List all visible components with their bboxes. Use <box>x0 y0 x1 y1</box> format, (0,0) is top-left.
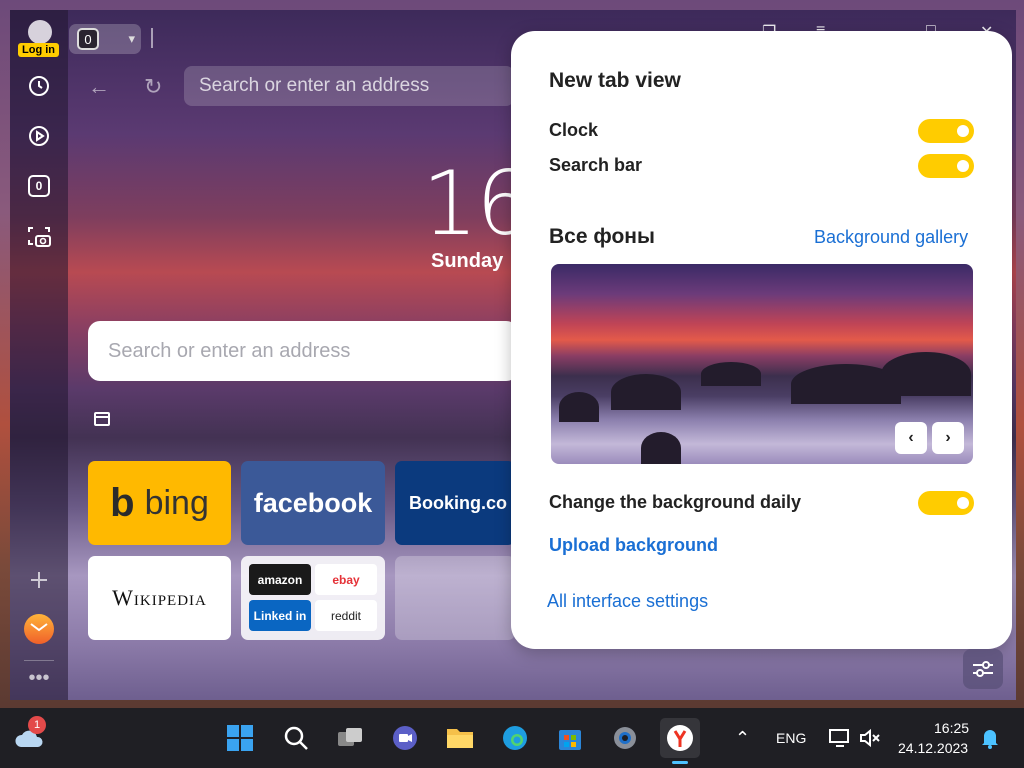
store-button[interactable] <box>550 718 590 758</box>
next-background-button[interactable]: › <box>932 422 964 454</box>
task-view-icon <box>338 728 362 746</box>
clock-toggle[interactable] <box>918 119 974 143</box>
clock-date[interactable]: 24.12.2023 <box>898 740 968 756</box>
play-icon[interactable] <box>21 118 57 154</box>
tile-empty[interactable] <box>395 556 515 640</box>
mini-tile-amazon[interactable]: amazon <box>249 564 311 595</box>
login-button[interactable]: Log in <box>18 20 62 58</box>
hill-shape <box>611 374 681 410</box>
change-daily-label: Change the background daily <box>549 492 802 512</box>
address-bar[interactable]: Search or enter an address <box>184 66 514 106</box>
all-interface-settings-link[interactable]: All interface settings <box>547 591 708 612</box>
language-indicator[interactable]: ENG <box>776 730 806 746</box>
hill-shape <box>559 392 599 422</box>
avatar <box>28 20 52 44</box>
panel-title: New tab view <box>549 69 681 92</box>
searchbar-label: Search bar <box>549 155 643 175</box>
toolbar-divider <box>151 28 153 48</box>
background-gallery-link[interactable]: Background gallery <box>814 227 968 248</box>
task-view-button[interactable] <box>330 718 370 758</box>
mini-tile-ebay[interactable]: ebay <box>315 564 377 595</box>
hill-shape <box>701 362 761 386</box>
searchbar-toggle[interactable] <box>918 154 974 178</box>
edge-icon <box>503 726 527 750</box>
chevron-down-icon: ▾ <box>128 31 135 46</box>
clock-label: Clock <box>549 120 599 140</box>
reload-icon[interactable]: ↻ <box>144 74 162 100</box>
change-daily-toggle[interactable] <box>918 491 974 515</box>
active-app-indicator <box>672 761 688 764</box>
tile-facebook-label: facebook <box>253 487 373 518</box>
tab-count-dropdown[interactable]: 0 ▾ <box>69 24 141 54</box>
tile-wikipedia[interactable]: Wikipedia <box>88 556 231 640</box>
yandex-browser-button[interactable] <box>660 718 700 764</box>
screenshot-icon[interactable] <box>21 218 57 254</box>
yandex-browser-icon <box>667 725 693 751</box>
browser-window: Log in 0 ••• 0 ▾ ← ↻ Search or enter an <box>10 10 1016 700</box>
weather-badge: 1 <box>28 716 46 734</box>
sliders-icon <box>973 661 993 677</box>
edge-button[interactable] <box>495 718 535 758</box>
weather-widget[interactable]: 1 <box>10 716 50 758</box>
hill-shape <box>641 432 681 464</box>
mini-tile-reddit[interactable]: reddit <box>315 600 377 631</box>
taskbar-search-button[interactable] <box>276 718 316 758</box>
more-icon[interactable]: ••• <box>21 660 57 696</box>
tab-count-badge: 0 <box>77 28 99 50</box>
login-label: Log in <box>18 43 59 57</box>
tile-bing-label: bing <box>144 483 209 522</box>
settings-app-button[interactable] <box>605 718 645 758</box>
store-icon <box>559 730 581 750</box>
window-icon[interactable] <box>94 412 110 426</box>
windows-icon <box>227 725 253 751</box>
chat-icon <box>393 726 417 750</box>
taskbar: 1 ⌃ ENG 16:25 24.12.2023 <box>0 708 1024 768</box>
tile-booking[interactable]: Booking.co <box>395 461 515 545</box>
browser-sidebar: Log in 0 ••• <box>10 10 68 700</box>
chevron-up-icon[interactable]: ⌃ <box>735 728 750 749</box>
tile-booking-label: Booking.co <box>409 492 507 513</box>
folder-icon <box>447 729 473 748</box>
background-preview-image: ‹ › <box>551 264 973 464</box>
mini-tile-linkedin[interactable]: Linked in <box>249 600 311 631</box>
history-icon[interactable] <box>21 68 57 104</box>
backgrounds-heading: Все фоны <box>549 225 655 248</box>
volume-muted-icon[interactable] <box>850 718 890 758</box>
tab-counter-button[interactable]: 0 <box>21 168 57 204</box>
hill-shape <box>881 352 971 396</box>
customize-button[interactable] <box>963 649 1003 689</box>
tile-bing[interactable]: b bing <box>88 461 231 545</box>
back-icon[interactable]: ← <box>88 74 110 100</box>
upload-background-link[interactable]: Upload background <box>549 535 718 556</box>
teams-chat-button[interactable] <box>385 718 425 758</box>
newtab-date: Sunday <box>431 250 504 272</box>
new-tab-settings-panel: New tab view Clock Search bar Все фоны B… <box>511 31 1012 649</box>
start-button[interactable] <box>220 718 260 758</box>
tile-facebook[interactable]: facebook <box>241 461 385 545</box>
mail-icon[interactable] <box>21 611 57 647</box>
tile-group[interactable]: amazon ebay Linked in reddit <box>241 556 385 640</box>
gear-icon <box>614 727 636 749</box>
search-input[interactable]: Search or enter an address <box>88 321 518 381</box>
file-explorer-button[interactable] <box>440 718 480 758</box>
tile-wikipedia-label: Wikipedia <box>112 585 207 610</box>
bing-logo-icon: b <box>110 480 135 525</box>
add-icon[interactable] <box>21 562 57 598</box>
prev-background-button[interactable]: ‹ <box>895 422 927 454</box>
tab-counter-label: 0 <box>28 175 50 197</box>
clock-time[interactable]: 16:25 <box>934 720 969 736</box>
search-icon <box>284 726 308 750</box>
notifications-bell-icon[interactable] <box>970 718 1010 758</box>
